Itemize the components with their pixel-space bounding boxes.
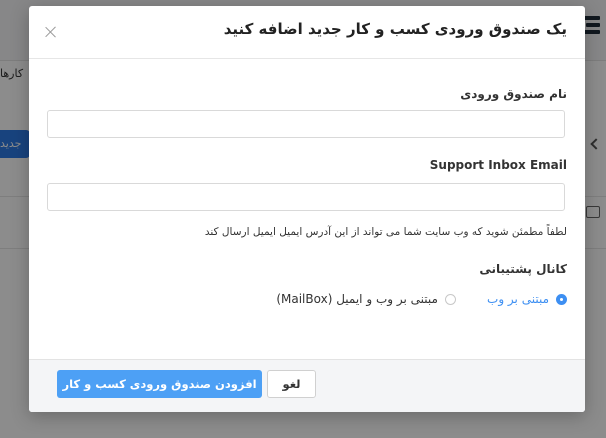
- support-channel-radio-group: مبتنی بر وب مبتنی بر وب و ایمیل (MailBox…: [250, 291, 567, 307]
- radio-unchecked-icon[interactable]: [444, 293, 456, 305]
- cancel-button[interactable]: لغو: [267, 370, 316, 398]
- support-email-label: Support Inbox Email: [429, 158, 567, 172]
- modal-title: یک صندوق ورودی کسب و کار جدید اضافه کنید: [223, 20, 567, 38]
- channel-option-label: مبتنی بر وب: [487, 292, 549, 306]
- modal-footer: افزودن صندوق ورودی کسب و کار لغو: [29, 359, 585, 412]
- modal-header: یک صندوق ورودی کسب و کار جدید اضافه کنید: [29, 6, 585, 59]
- add-inbox-modal: یک صندوق ورودی کسب و کار جدید اضافه کنید…: [29, 6, 585, 412]
- support-channel-label: کانال پشتیبانی: [479, 262, 567, 276]
- close-icon[interactable]: [43, 24, 59, 40]
- support-email-input[interactable]: [47, 183, 565, 211]
- channel-option-web-email[interactable]: مبتنی بر وب و ایمیل (MailBox): [276, 291, 456, 307]
- add-inbox-button[interactable]: افزودن صندوق ورودی کسب و کار: [57, 370, 262, 398]
- inbox-name-label: نام صندوق ورودی: [460, 87, 567, 101]
- inbox-name-input[interactable]: [47, 110, 565, 138]
- radio-checked-icon[interactable]: [556, 293, 567, 305]
- help-text: لطفاً مطمئن شوید که وب سایت شما می تواند…: [204, 226, 567, 238]
- channel-option-label: مبتنی بر وب و ایمیل (MailBox): [276, 292, 438, 306]
- channel-option-web[interactable]: مبتنی بر وب: [487, 291, 567, 307]
